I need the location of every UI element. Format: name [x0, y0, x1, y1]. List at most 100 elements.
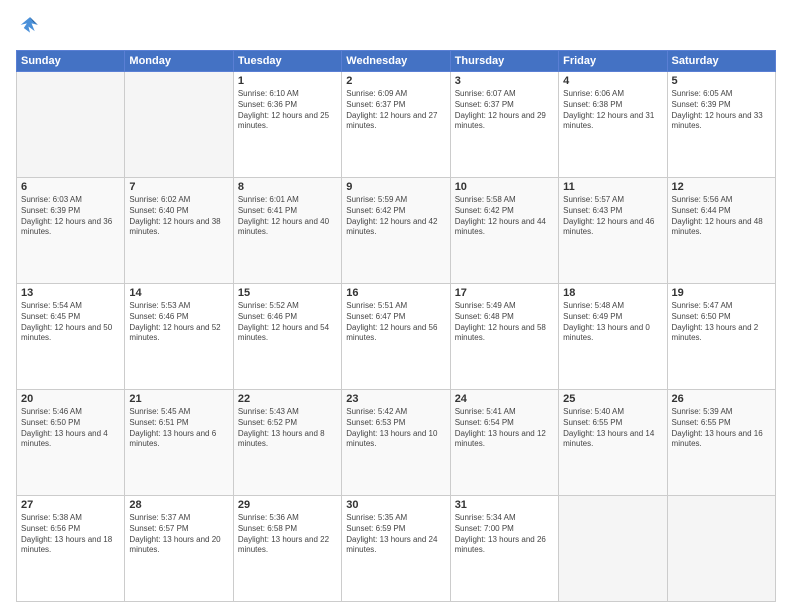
cell-info: Sunrise: 5:34 AMSunset: 7:00 PMDaylight:… — [455, 513, 554, 556]
cell-info: Sunrise: 6:06 AMSunset: 6:38 PMDaylight:… — [563, 89, 662, 132]
cell-info: Sunrise: 6:02 AMSunset: 6:40 PMDaylight:… — [129, 195, 228, 238]
cell-info: Sunrise: 6:07 AMSunset: 6:37 PMDaylight:… — [455, 89, 554, 132]
day-number: 12 — [672, 181, 771, 193]
calendar-cell — [125, 72, 233, 178]
cell-info: Sunrise: 5:41 AMSunset: 6:54 PMDaylight:… — [455, 407, 554, 450]
day-number: 30 — [346, 499, 445, 511]
calendar-cell: 14 Sunrise: 5:53 AMSunset: 6:46 PMDayligh… — [125, 284, 233, 390]
day-number: 10 — [455, 181, 554, 193]
logo — [16, 14, 48, 42]
calendar-cell — [559, 496, 667, 602]
calendar-cell: 2 Sunrise: 6:09 AMSunset: 6:37 PMDaylight… — [342, 72, 450, 178]
day-number: 9 — [346, 181, 445, 193]
calendar-cell: 25 Sunrise: 5:40 AMSunset: 6:55 PMDayligh… — [559, 390, 667, 496]
day-number: 8 — [238, 181, 337, 193]
day-number: 18 — [563, 287, 662, 299]
calendar-table: SundayMondayTuesdayWednesdayThursdayFrid… — [16, 50, 776, 602]
calendar-cell: 23Sunrise: 5:42 AMSunset: 6:53 PMDayligh… — [342, 390, 450, 496]
calendar-cell: 27 Sunrise: 5:38 AMSunset: 6:56 PMDayligh… — [17, 496, 125, 602]
calendar-cell: 19 Sunrise: 5:47 AMSunset: 6:50 PMDayligh… — [667, 284, 775, 390]
cell-info: Sunrise: 5:48 AMSunset: 6:49 PMDaylight:… — [563, 301, 662, 344]
day-number: 2 — [346, 75, 445, 87]
day-number: 29 — [238, 499, 337, 511]
calendar-cell: 20 Sunrise: 5:46 AMSunset: 6:50 PMDayligh… — [17, 390, 125, 496]
day-number: 20 — [21, 393, 120, 405]
cell-info: Sunrise: 5:57 AMSunset: 6:43 PMDaylight:… — [563, 195, 662, 238]
cell-info: Sunrise: 6:10 AMSunset: 6:36 PMDaylight:… — [238, 89, 337, 132]
page: SundayMondayTuesdayWednesdayThursdayFrid… — [0, 0, 792, 612]
cell-info: Sunrise: 6:01 AMSunset: 6:41 PMDaylight:… — [238, 195, 337, 238]
calendar-cell: 15 Sunrise: 5:52 AMSunset: 6:46 PMDayligh… — [233, 284, 341, 390]
day-number: 1 — [238, 75, 337, 87]
calendar-cell: 28Sunrise: 5:37 AMSunset: 6:57 PMDayligh… — [125, 496, 233, 602]
calendar-cell: 6Sunrise: 6:03 AMSunset: 6:39 PMDaylight… — [17, 178, 125, 284]
col-header-saturday: Saturday — [667, 51, 775, 72]
week-row-1: 1 Sunrise: 6:10 AMSunset: 6:36 PMDaylight… — [17, 72, 776, 178]
cell-info: Sunrise: 5:52 AMSunset: 6:46 PMDaylight:… — [238, 301, 337, 344]
calendar-cell: 22Sunrise: 5:43 AMSunset: 6:52 PMDayligh… — [233, 390, 341, 496]
calendar-cell: 30 Sunrise: 5:35 AMSunset: 6:59 PMDayligh… — [342, 496, 450, 602]
day-number: 13 — [21, 287, 120, 299]
cell-info: Sunrise: 5:49 AMSunset: 6:48 PMDaylight:… — [455, 301, 554, 344]
col-header-wednesday: Wednesday — [342, 51, 450, 72]
calendar-cell: 29 Sunrise: 5:36 AMSunset: 6:58 PMDayligh… — [233, 496, 341, 602]
day-number: 17 — [455, 287, 554, 299]
day-number: 5 — [672, 75, 771, 87]
cell-info: Sunrise: 5:45 AMSunset: 6:51 PMDaylight:… — [129, 407, 228, 450]
day-number: 4 — [563, 75, 662, 87]
cell-info: Sunrise: 5:56 AMSunset: 6:44 PMDaylight:… — [672, 195, 771, 238]
week-row-4: 20 Sunrise: 5:46 AMSunset: 6:50 PMDayligh… — [17, 390, 776, 496]
calendar-cell: 16 Sunrise: 5:51 AMSunset: 6:47 PMDayligh… — [342, 284, 450, 390]
week-row-5: 27 Sunrise: 5:38 AMSunset: 6:56 PMDayligh… — [17, 496, 776, 602]
col-header-sunday: Sunday — [17, 51, 125, 72]
calendar-cell: 13Sunrise: 5:54 AMSunset: 6:45 PMDayligh… — [17, 284, 125, 390]
calendar-cell: 21 Sunrise: 5:45 AMSunset: 6:51 PMDayligh… — [125, 390, 233, 496]
cell-info: Sunrise: 5:47 AMSunset: 6:50 PMDaylight:… — [672, 301, 771, 344]
calendar-cell — [17, 72, 125, 178]
day-number: 19 — [672, 287, 771, 299]
calendar-cell: 26Sunrise: 5:39 AMSunset: 6:55 PMDayligh… — [667, 390, 775, 496]
day-number: 6 — [21, 181, 120, 193]
calendar-cell: 18 Sunrise: 5:48 AMSunset: 6:49 PMDayligh… — [559, 284, 667, 390]
calendar-cell: 3Sunrise: 6:07 AMSunset: 6:37 PMDaylight… — [450, 72, 558, 178]
calendar-cell: 17 Sunrise: 5:49 AMSunset: 6:48 PMDayligh… — [450, 284, 558, 390]
day-number: 7 — [129, 181, 228, 193]
calendar-cell: 8 Sunrise: 6:01 AMSunset: 6:41 PMDaylight… — [233, 178, 341, 284]
calendar-cell: 31 Sunrise: 5:34 AMSunset: 7:00 PMDayligh… — [450, 496, 558, 602]
cell-info: Sunrise: 5:38 AMSunset: 6:56 PMDaylight:… — [21, 513, 120, 556]
calendar-cell: 5 Sunrise: 6:05 AMSunset: 6:39 PMDaylight… — [667, 72, 775, 178]
cell-info: Sunrise: 6:09 AMSunset: 6:37 PMDaylight:… — [346, 89, 445, 132]
cell-info: Sunrise: 5:37 AMSunset: 6:57 PMDaylight:… — [129, 513, 228, 556]
day-number: 14 — [129, 287, 228, 299]
cell-info: Sunrise: 5:53 AMSunset: 6:46 PMDaylight:… — [129, 301, 228, 344]
calendar-cell: 7 Sunrise: 6:02 AMSunset: 6:40 PMDaylight… — [125, 178, 233, 284]
cell-info: Sunrise: 5:59 AMSunset: 6:42 PMDaylight:… — [346, 195, 445, 238]
calendar-cell: 10Sunrise: 5:58 AMSunset: 6:42 PMDayligh… — [450, 178, 558, 284]
cell-info: Sunrise: 6:05 AMSunset: 6:39 PMDaylight:… — [672, 89, 771, 132]
calendar-cell: 11Sunrise: 5:57 AMSunset: 6:43 PMDayligh… — [559, 178, 667, 284]
day-number: 15 — [238, 287, 337, 299]
cell-info: Sunrise: 5:36 AMSunset: 6:58 PMDaylight:… — [238, 513, 337, 556]
col-header-thursday: Thursday — [450, 51, 558, 72]
day-number: 27 — [21, 499, 120, 511]
day-number: 22 — [238, 393, 337, 405]
cell-info: Sunrise: 5:39 AMSunset: 6:55 PMDaylight:… — [672, 407, 771, 450]
col-header-tuesday: Tuesday — [233, 51, 341, 72]
day-number: 31 — [455, 499, 554, 511]
cell-info: Sunrise: 5:51 AMSunset: 6:47 PMDaylight:… — [346, 301, 445, 344]
cell-info: Sunrise: 5:46 AMSunset: 6:50 PMDaylight:… — [21, 407, 120, 450]
calendar-cell: 4 Sunrise: 6:06 AMSunset: 6:38 PMDaylight… — [559, 72, 667, 178]
day-number: 24 — [455, 393, 554, 405]
cell-info: Sunrise: 5:40 AMSunset: 6:55 PMDaylight:… — [563, 407, 662, 450]
calendar-cell — [667, 496, 775, 602]
calendar-cell: 24 Sunrise: 5:41 AMSunset: 6:54 PMDayligh… — [450, 390, 558, 496]
calendar-cell: 1 Sunrise: 6:10 AMSunset: 6:36 PMDaylight… — [233, 72, 341, 178]
day-number: 23 — [346, 393, 445, 405]
day-number: 16 — [346, 287, 445, 299]
header — [16, 14, 776, 42]
col-header-friday: Friday — [559, 51, 667, 72]
day-number: 21 — [129, 393, 228, 405]
day-number: 25 — [563, 393, 662, 405]
cell-info: Sunrise: 5:35 AMSunset: 6:59 PMDaylight:… — [346, 513, 445, 556]
week-row-2: 6Sunrise: 6:03 AMSunset: 6:39 PMDaylight… — [17, 178, 776, 284]
